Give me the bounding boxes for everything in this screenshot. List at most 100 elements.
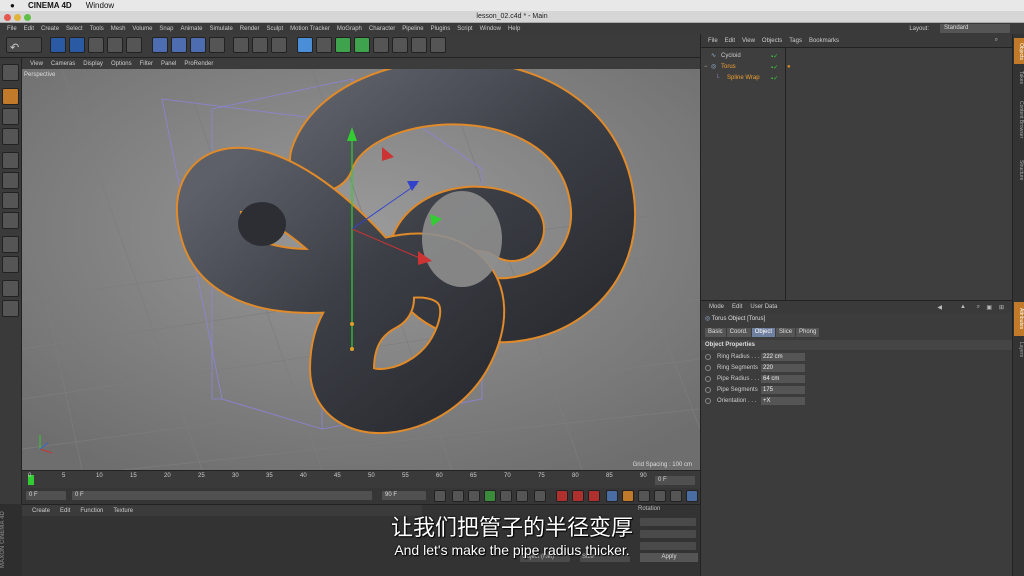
ring-segments-field[interactable]: 220 <box>761 364 805 372</box>
menu-volume[interactable]: Volume <box>132 26 152 32</box>
object-row-spline-wrap[interactable]: └ Spline Wrap ▪✓ <box>701 73 1013 83</box>
om-search-icon[interactable]: ⌕ <box>995 37 998 44</box>
minimize-window-icon[interactable] <box>14 14 21 21</box>
om-menu-objects[interactable]: Objects <box>762 38 782 44</box>
render-view-button[interactable] <box>233 37 249 53</box>
scale-key-button[interactable] <box>622 490 634 502</box>
viewport-menu-prorender[interactable]: ProRender <box>184 61 213 67</box>
play-button[interactable] <box>484 490 496 502</box>
menu-render[interactable]: Render <box>240 26 260 32</box>
z-axis-button[interactable] <box>190 37 206 53</box>
menu-tools[interactable]: Tools <box>90 26 104 32</box>
menu-create[interactable]: Create <box>41 26 59 32</box>
live-selection-button[interactable] <box>50 37 66 53</box>
points-mode-button[interactable] <box>2 152 19 169</box>
rotation-key-button[interactable] <box>638 490 650 502</box>
side-tab-structure[interactable]: Structure <box>1014 152 1024 188</box>
attr-menu-edit[interactable]: Edit <box>732 304 742 310</box>
move-tool-button[interactable] <box>69 37 85 53</box>
timeline-ruler[interactable]: 0 5 10 15 20 25 30 35 40 45 50 55 60 65 … <box>22 470 700 488</box>
om-menu-view[interactable]: View <box>742 38 755 44</box>
y-axis-button[interactable] <box>171 37 187 53</box>
om-menu-tags[interactable]: Tags <box>789 38 802 44</box>
attr-menu-user-data[interactable]: User Data <box>750 304 777 310</box>
side-tab-objects[interactable]: Objects <box>1014 38 1024 64</box>
viewport-menu-view[interactable]: View <box>30 61 43 67</box>
animate-dot-icon[interactable] <box>705 398 711 404</box>
om-menu-file[interactable]: File <box>708 38 718 44</box>
position-key-button[interactable] <box>606 490 618 502</box>
array-button[interactable] <box>354 37 370 53</box>
viewport-menu-options[interactable]: Options <box>111 61 132 67</box>
viewport-menu-panel[interactable]: Panel <box>161 61 176 67</box>
snap-button[interactable] <box>2 256 19 273</box>
tab-object[interactable]: Object <box>751 328 776 337</box>
new-window-icon[interactable]: ⊞ <box>999 304 1004 311</box>
menu-snap[interactable]: Snap <box>159 26 173 32</box>
viewport[interactable]: Perspective Grid Spacing : 100 cm <box>22 69 700 470</box>
menu-edit[interactable]: Edit <box>24 26 34 32</box>
workplane-button[interactable] <box>2 280 19 297</box>
prev-frame-button[interactable] <box>468 490 480 502</box>
axis-mode-button[interactable] <box>2 212 19 229</box>
object-row-torus[interactable]: − ◎ Torus ▪✓ ● <box>701 62 1013 72</box>
side-tab-content-browser[interactable]: Content Browser <box>1014 92 1024 148</box>
tab-phong[interactable]: Phong <box>796 328 820 337</box>
apple-icon[interactable]: ● <box>10 1 20 10</box>
texture-mode-button[interactable] <box>2 108 19 125</box>
record-button[interactable] <box>556 490 568 502</box>
goto-end-button[interactable] <box>534 490 546 502</box>
lock-icon[interactable]: ▣ <box>986 304 992 311</box>
side-tab-attributes[interactable]: Attributes <box>1014 302 1024 336</box>
light-button[interactable] <box>430 37 446 53</box>
rotate-tool-button[interactable] <box>107 37 123 53</box>
pipe-radius-field[interactable]: 64 cm <box>761 375 805 383</box>
side-tab-takes[interactable]: Takes <box>1014 68 1024 88</box>
menu-select[interactable]: Select <box>66 26 83 32</box>
end-frame-field[interactable]: 90 F <box>382 491 426 500</box>
om-menu-bookmarks[interactable]: Bookmarks <box>809 38 839 44</box>
locked-workplane-button[interactable] <box>2 300 19 317</box>
menu-motion-tracker[interactable]: Motion Tracker <box>290 26 330 32</box>
goto-start-button[interactable] <box>434 490 446 502</box>
visibility-check-icon[interactable]: ▪✓ <box>771 74 785 82</box>
menu-sculpt[interactable]: Sculpt <box>266 26 283 32</box>
parameter-key-button[interactable] <box>654 490 666 502</box>
column-divider[interactable] <box>785 48 786 300</box>
keyframe-selection-button[interactable] <box>588 490 600 502</box>
tweak-mode-button[interactable] <box>2 236 19 253</box>
menu-simulate[interactable]: Simulate <box>209 26 232 32</box>
side-tab-layers[interactable]: Layers <box>1014 340 1024 360</box>
current-frame-field[interactable]: 0 F <box>655 476 695 485</box>
pla-key-button[interactable] <box>670 490 682 502</box>
undo-button[interactable]: ↶ <box>6 37 42 54</box>
x-axis-button[interactable] <box>152 37 168 53</box>
search-icon[interactable]: ⌕ <box>977 304 980 311</box>
tab-basic[interactable]: Basic <box>705 328 726 337</box>
window-menu[interactable]: Window <box>86 1 114 10</box>
om-menu-edit[interactable]: Edit <box>725 38 735 44</box>
viewport-menu-display[interactable]: Display <box>83 61 103 67</box>
back-arrow-icon[interactable]: ◀ <box>937 304 942 311</box>
menu-mograph[interactable]: MoGraph <box>337 26 362 32</box>
app-menu[interactable]: CINEMA 4D <box>28 1 72 10</box>
animate-dot-icon[interactable] <box>705 365 711 371</box>
layout-dropdown[interactable]: Standard <box>940 24 1010 33</box>
visibility-check-icon[interactable]: ▪✓ <box>771 63 785 71</box>
collapse-icon[interactable]: − <box>704 62 708 72</box>
tab-slice[interactable]: Slice <box>776 328 796 337</box>
up-arrow-icon[interactable]: ▲ <box>960 304 966 310</box>
make-editable-button[interactable] <box>2 64 19 81</box>
close-window-icon[interactable] <box>4 14 11 21</box>
animate-dot-icon[interactable] <box>705 354 711 360</box>
timeline-options-button[interactable] <box>686 490 698 502</box>
preview-range-slider[interactable]: 0 F <box>72 491 372 500</box>
menu-animate[interactable]: Animate <box>180 26 202 32</box>
tab-coord[interactable]: Coord. <box>726 328 751 337</box>
menu-script[interactable]: Script <box>457 26 472 32</box>
attr-menu-mode[interactable]: Mode <box>709 304 724 310</box>
start-frame-field[interactable]: 0 F <box>26 491 66 500</box>
material-tag-icon[interactable]: ● <box>787 62 791 72</box>
animate-dot-icon[interactable] <box>705 387 711 393</box>
camera-button[interactable] <box>411 37 427 53</box>
